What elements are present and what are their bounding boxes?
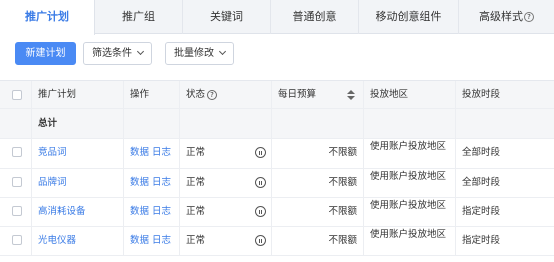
row-select-cell <box>0 139 32 168</box>
header-period: 投放时段 <box>462 89 501 100</box>
sort-icon[interactable] <box>347 90 355 100</box>
log-link[interactable]: 日志 <box>152 177 171 188</box>
tab-mobile-creative[interactable]: 移动创意组件 <box>359 0 459 34</box>
plan-name-link[interactable]: 光电仪器 <box>32 227 124 255</box>
header-plan: 推广计划 <box>32 81 124 108</box>
total-cell <box>456 109 554 138</box>
total-cell <box>124 109 180 138</box>
status-text: 正常 <box>186 147 206 158</box>
budget-cell[interactable]: 不限额 <box>272 227 364 255</box>
filter-button[interactable]: 筛选条件 <box>83 42 152 65</box>
row-select-cell <box>0 169 32 197</box>
tab-mobile-creative-label: 移动创意组件 <box>375 10 442 23</box>
operation-cell: 数据 日志 <box>124 198 180 226</box>
tab-keyword-label: 关键词 <box>210 10 243 23</box>
log-link[interactable]: 日志 <box>152 206 171 217</box>
pause-circle-icon[interactable] <box>255 206 266 217</box>
tab-bar: 推广计划 推广组 关键词 普通创意 移动创意组件 高级样式? <box>0 0 554 35</box>
toolbar: 新建计划 筛选条件 批量修改 <box>0 34 554 80</box>
region-cell[interactable]: 使用账户投放地区 <box>364 198 456 226</box>
total-label: 总计 <box>32 109 124 138</box>
operation-cell: 数据 日志 <box>124 227 180 255</box>
tab-keyword[interactable]: 关键词 <box>183 0 271 34</box>
total-cell <box>364 109 456 138</box>
status-text: 正常 <box>186 206 206 217</box>
select-all-checkbox[interactable] <box>12 90 22 100</box>
table-row: 光电仪器 数据 日志 正常 不限额 使用账户投放地区 指定时段 <box>0 227 554 256</box>
region-cell[interactable]: 使用账户投放地区 <box>364 227 456 255</box>
period-cell[interactable]: 全部时段 <box>456 169 554 197</box>
plan-name-link[interactable]: 高消耗设备 <box>32 198 124 226</box>
plan-name-link[interactable]: 竞品词 <box>32 139 124 168</box>
tab-advanced-style[interactable]: 高级样式? <box>459 0 554 34</box>
header-status-label: 状态 <box>186 89 206 100</box>
header-select-cell <box>0 81 32 108</box>
filter-button-label: 筛选条件 <box>92 48 132 59</box>
data-link[interactable]: 数据 <box>130 147 149 158</box>
tab-advanced-style-label: 高级样式 <box>479 10 523 23</box>
chevron-down-icon <box>136 47 145 56</box>
region-cell[interactable]: 使用账户投放地区 <box>364 169 456 197</box>
tab-group-label: 推广组 <box>122 10 155 23</box>
batch-edit-button-label: 批量修改 <box>174 48 214 59</box>
header-status: 状态? <box>180 81 272 108</box>
tab-group[interactable]: 推广组 <box>95 0 183 34</box>
status-cell: 正常 <box>180 198 272 226</box>
pause-circle-icon[interactable] <box>255 235 266 246</box>
status-cell: 正常 <box>180 169 272 197</box>
log-link[interactable]: 日志 <box>152 147 171 158</box>
budget-cell[interactable]: 不限额 <box>272 139 364 168</box>
tab-creative-label: 普通创意 <box>292 10 337 23</box>
row-select-cell <box>0 227 32 255</box>
table-row: 竞品词 数据 日志 正常 不限额 使用账户投放地区 全部时段 <box>0 139 554 169</box>
total-cell <box>272 109 364 138</box>
data-link[interactable]: 数据 <box>130 206 149 217</box>
header-operation: 操作 <box>124 81 180 108</box>
period-cell[interactable]: 指定时段 <box>456 227 554 255</box>
table-row: 品牌词 数据 日志 正常 不限额 使用账户投放地区 全部时段 <box>0 169 554 198</box>
tab-plan[interactable]: 推广计划 <box>0 0 95 35</box>
new-plan-button[interactable]: 新建计划 <box>15 42 76 65</box>
header-budget-label: 每日预算 <box>278 89 317 100</box>
table-header: 推广计划 操作 状态? 每日预算 投放地区 投放时段 <box>0 80 554 109</box>
row-checkbox[interactable] <box>12 147 22 157</box>
operation-cell: 数据 日志 <box>124 139 180 168</box>
total-cell <box>180 109 272 138</box>
operation-cell: 数据 日志 <box>124 169 180 197</box>
data-link[interactable]: 数据 <box>130 177 149 188</box>
row-checkbox[interactable] <box>12 177 22 187</box>
table-row: 高消耗设备 数据 日志 正常 不限额 使用账户投放地区 指定时段 <box>0 198 554 227</box>
status-help-icon[interactable]: ? <box>207 90 218 100</box>
tab-creative[interactable]: 普通创意 <box>271 0 359 34</box>
row-checkbox[interactable] <box>12 235 22 245</box>
region-cell[interactable]: 使用账户投放地区 <box>364 139 456 168</box>
tab-plan-label: 推广计划 <box>25 10 69 23</box>
total-row: 总计 <box>0 109 554 139</box>
row-checkbox[interactable] <box>12 206 22 216</box>
plan-name-link[interactable]: 品牌词 <box>32 169 124 197</box>
log-link[interactable]: 日志 <box>152 235 171 246</box>
chevron-down-icon <box>218 47 227 56</box>
status-text: 正常 <box>186 177 206 188</box>
pause-circle-icon[interactable] <box>255 147 266 158</box>
period-cell[interactable]: 全部时段 <box>456 139 554 168</box>
period-cell[interactable]: 指定时段 <box>456 198 554 226</box>
data-link[interactable]: 数据 <box>130 235 149 246</box>
header-region: 投放地区 <box>364 81 456 108</box>
status-cell: 正常 <box>180 139 272 168</box>
status-text: 正常 <box>186 235 206 246</box>
pause-circle-icon[interactable] <box>255 177 266 188</box>
batch-edit-button[interactable]: 批量修改 <box>165 42 234 65</box>
budget-cell[interactable]: 不限额 <box>272 198 364 226</box>
status-cell: 正常 <box>180 227 272 255</box>
row-select-cell <box>0 198 32 226</box>
budget-cell[interactable]: 不限额 <box>272 169 364 197</box>
help-icon[interactable]: ? <box>524 12 534 22</box>
total-select-cell <box>0 109 32 138</box>
header-budget[interactable]: 每日预算 <box>272 81 364 108</box>
